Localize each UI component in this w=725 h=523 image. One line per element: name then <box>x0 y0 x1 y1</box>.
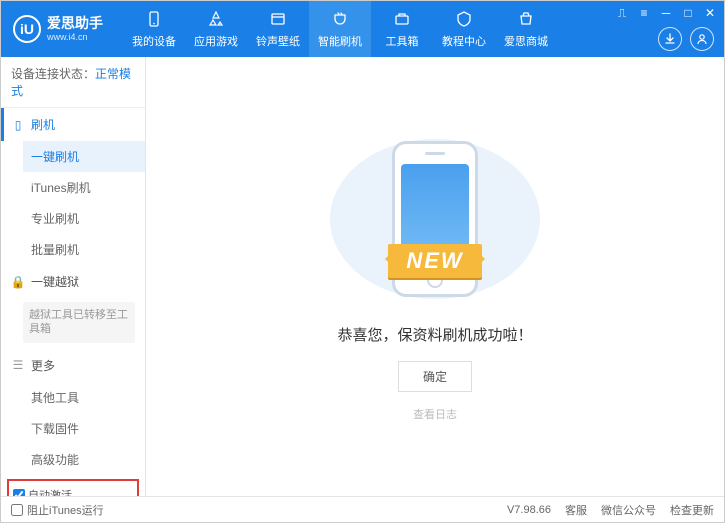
nav-0[interactable]: 我的设备 <box>123 1 185 57</box>
lock-icon: 🔒 <box>11 275 25 289</box>
skin-icon[interactable]: ⎍ <box>614 5 630 21</box>
nav-icon <box>206 9 226 29</box>
flash-item[interactable]: 一键刷机 <box>23 141 145 172</box>
flash-item[interactable]: 专业刷机 <box>23 203 145 234</box>
sidebar: 设备连接状态：正常模式 ▯ 刷机 一键刷机iTunes刷机专业刷机批量刷机 🔒 … <box>1 57 146 496</box>
brand: iU 爱思助手 www.i4.cn <box>13 15 103 43</box>
main-nav: 我的设备 应用游戏 铃声壁纸 智能刷机 工具箱 教程中心 爱思商城 <box>123 1 557 57</box>
wechat-link[interactable]: 微信公众号 <box>601 502 656 518</box>
success-illustration: NEW <box>330 131 540 306</box>
user-button[interactable] <box>690 27 714 51</box>
phone-icon: ▯ <box>11 118 25 132</box>
window-controls: ⎍ ≡ ─ □ ✕ <box>614 5 718 21</box>
nav-6[interactable]: 爱思商城 <box>495 1 557 57</box>
nav-label: 铃声壁纸 <box>256 33 300 49</box>
section-title: 刷机 <box>31 116 55 133</box>
conn-label: 设备连接状态： <box>11 67 95 81</box>
view-log-link[interactable]: 查看日志 <box>413 406 457 422</box>
confirm-button[interactable]: 确定 <box>398 361 472 392</box>
nav-icon <box>392 9 412 29</box>
nav-icon <box>454 9 474 29</box>
logo-icon: iU <box>13 15 41 43</box>
jailbreak-note: 越狱工具已转移至工具箱 <box>23 302 135 343</box>
more-item[interactable]: 高级功能 <box>23 444 145 475</box>
sidebar-section-jailbreak[interactable]: 🔒 一键越狱 <box>1 265 145 298</box>
nav-label: 应用游戏 <box>194 33 238 49</box>
version-label: V7.98.66 <box>507 504 551 516</box>
nav-label: 爱思商城 <box>504 33 548 49</box>
nav-5[interactable]: 教程中心 <box>433 1 495 57</box>
options-highlight: 自动激活 跳过向导 <box>7 479 139 496</box>
titlebar: iU 爱思助手 www.i4.cn 我的设备 应用游戏 铃声壁纸 智能刷机 工具箱 教程中… <box>1 1 724 57</box>
nav-label: 工具箱 <box>386 33 419 49</box>
nav-icon <box>516 9 536 29</box>
flash-item[interactable]: 批量刷机 <box>23 234 145 265</box>
close-icon[interactable]: ✕ <box>702 5 718 21</box>
flash-item[interactable]: iTunes刷机 <box>23 172 145 203</box>
new-ribbon: NEW <box>388 244 481 278</box>
support-link[interactable]: 客服 <box>565 502 587 518</box>
auto-activate-checkbox[interactable]: 自动激活 <box>13 487 72 496</box>
nav-1[interactable]: 应用游戏 <box>185 1 247 57</box>
connection-status: 设备连接状态：正常模式 <box>1 57 145 108</box>
nav-icon <box>144 9 164 29</box>
app-window: iU 爱思助手 www.i4.cn 我的设备 应用游戏 铃声壁纸 智能刷机 工具箱 教程中… <box>0 0 725 523</box>
nav-label: 智能刷机 <box>318 33 362 49</box>
sidebar-section-flash[interactable]: ▯ 刷机 <box>1 108 145 141</box>
nav-label: 我的设备 <box>132 33 176 49</box>
more-icon: ☰ <box>11 358 25 372</box>
nav-3[interactable]: 智能刷机 <box>309 1 371 57</box>
success-message: 恭喜您，保资料刷机成功啦！ <box>337 324 532 345</box>
menu-icon[interactable]: ≡ <box>636 5 652 21</box>
nav-icon <box>268 9 288 29</box>
check-update-link[interactable]: 检查更新 <box>670 502 714 518</box>
nav-2[interactable]: 铃声壁纸 <box>247 1 309 57</box>
brand-name: 爱思助手 <box>47 16 103 31</box>
sidebar-section-more[interactable]: ☰ 更多 <box>1 349 145 382</box>
nav-4[interactable]: 工具箱 <box>371 1 433 57</box>
more-item[interactable]: 下载固件 <box>23 413 145 444</box>
nav-icon <box>330 9 350 29</box>
main-content: NEW 恭喜您，保资料刷机成功啦！ 确定 查看日志 <box>146 57 724 496</box>
download-button[interactable] <box>658 27 682 51</box>
more-item[interactable]: 其他工具 <box>23 382 145 413</box>
section-title: 更多 <box>31 357 55 374</box>
minimize-icon[interactable]: ─ <box>658 5 674 21</box>
brand-url: www.i4.cn <box>47 32 103 42</box>
section-title: 一键越狱 <box>31 273 79 290</box>
block-itunes-checkbox[interactable]: 阻止iTunes运行 <box>11 502 104 518</box>
status-bar: 阻止iTunes运行 V7.98.66 客服 微信公众号 检查更新 <box>1 496 724 522</box>
nav-label: 教程中心 <box>442 33 486 49</box>
maximize-icon[interactable]: □ <box>680 5 696 21</box>
